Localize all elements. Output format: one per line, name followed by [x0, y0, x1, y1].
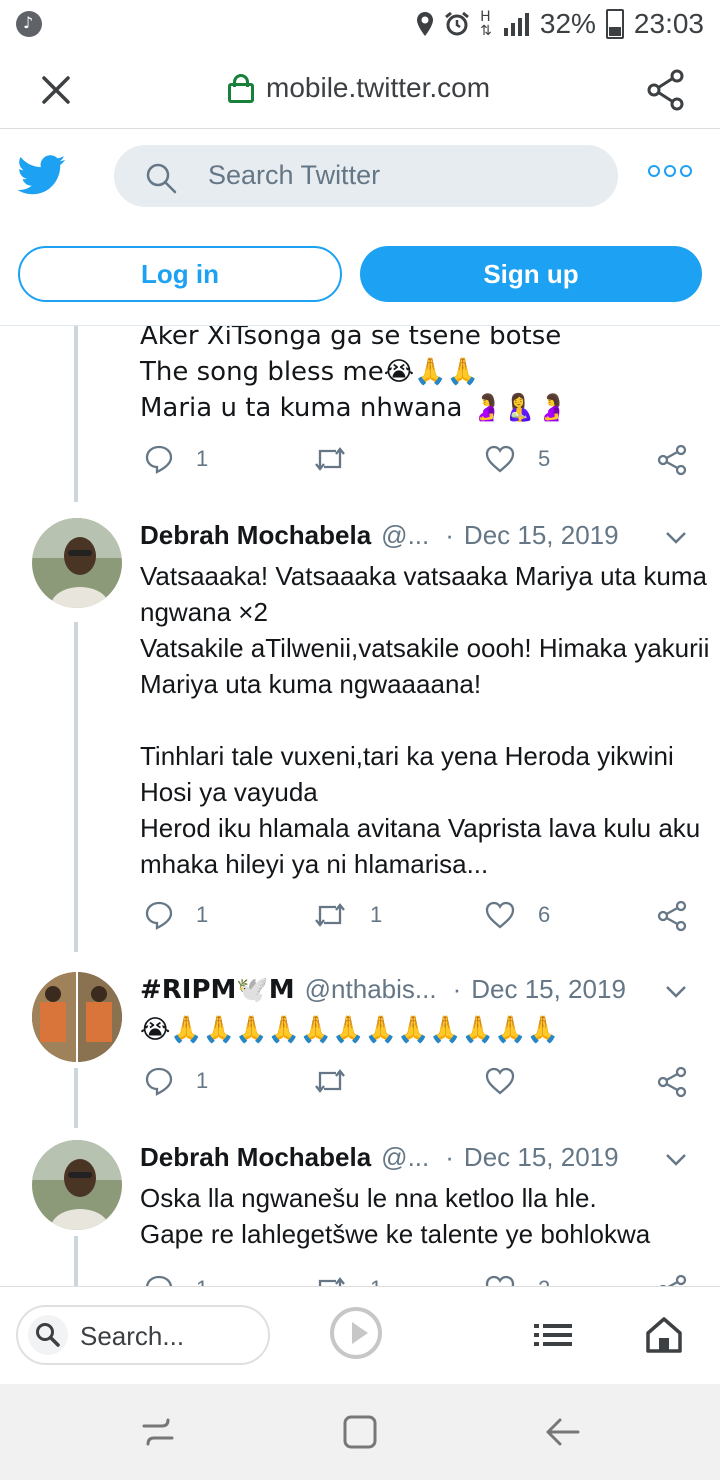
heart-icon	[485, 1067, 515, 1095]
share-icon[interactable]	[656, 900, 688, 932]
retweet-icon	[318, 1277, 345, 1286]
tweet-meta: #RIPM🕊️M @nthabis... · Dec 15, 2019	[140, 974, 626, 1005]
like-button[interactable]	[484, 1066, 538, 1096]
tweet-text: Aker XiTsonga ga se tsene botse The song…	[140, 326, 568, 423]
timeline: Aker XiTsonga ga se tsene botse The song…	[0, 326, 720, 1286]
recent-apps-icon[interactable]	[140, 1414, 176, 1450]
reply-count: 1	[196, 1068, 209, 1093]
retweet-button[interactable]	[312, 1066, 370, 1096]
avatar[interactable]	[32, 972, 122, 1062]
heart-icon	[485, 445, 515, 473]
browser-url-bar: mobile.twitter.com	[0, 50, 720, 129]
share-icon[interactable]	[646, 68, 686, 112]
retweet-count: 1	[370, 1276, 382, 1286]
tweet-meta: Debrah Mochabela @... · Dec 15, 2019	[140, 520, 619, 551]
status-icons: H ⇅ 32% 23:03	[416, 6, 704, 42]
author-handle[interactable]: @nthabis...	[305, 974, 437, 1005]
reply-count: 1	[196, 1276, 208, 1286]
heart-icon	[485, 1275, 515, 1286]
author-handle[interactable]: @...	[381, 520, 429, 551]
retweet-icon	[315, 447, 345, 471]
tweet-actions: 1 1 2	[0, 1274, 720, 1286]
share-icon[interactable]	[656, 1274, 688, 1286]
twitter-header: Search Twitter Log in Sign up	[0, 129, 720, 326]
reply-icon	[145, 901, 173, 930]
back-icon[interactable]	[544, 1414, 580, 1450]
alarm-icon	[445, 11, 470, 36]
url-field[interactable]: mobile.twitter.com	[228, 72, 490, 104]
tweet-actions: 1	[0, 1066, 720, 1106]
reply-button[interactable]: 1	[144, 444, 208, 474]
browser-bottom-toolbar: Search...	[0, 1286, 720, 1385]
browser-search-placeholder: Search...	[80, 1321, 185, 1351]
signup-button[interactable]: Sign up	[360, 246, 702, 302]
tweet-meta: Debrah Mochabela @... · Dec 15, 2019	[140, 1142, 619, 1173]
reply-button[interactable]: 1	[144, 1274, 208, 1286]
tweet-actions: 1 1 6	[0, 900, 720, 940]
retweet-icon	[315, 903, 345, 927]
lock-icon	[228, 74, 254, 103]
browser-search-input[interactable]: Search...	[16, 1305, 270, 1365]
reply-button[interactable]: 1	[144, 1066, 208, 1096]
url-text: mobile.twitter.com	[266, 72, 491, 103]
tweet-text: Vatsaaaka! Vatsaaaka vatsaaka Mariya uta…	[140, 561, 710, 879]
reply-icon	[145, 445, 173, 474]
author-name[interactable]: Debrah Mochabela	[140, 520, 371, 551]
retweet-button[interactable]: 1	[312, 1274, 382, 1286]
status-bar: H⇅ 32% 23:03	[0, 0, 720, 50]
like-button[interactable]: 6	[484, 900, 550, 930]
retweet-count: 1	[370, 902, 383, 927]
more-options-icon[interactable]	[648, 165, 692, 177]
like-button[interactable]: 2	[484, 1274, 550, 1286]
music-note-icon	[16, 11, 42, 37]
heart-icon	[485, 901, 515, 929]
system-nav-bar	[0, 1384, 720, 1480]
menu-list-icon[interactable]	[534, 1323, 572, 1347]
like-count: 6	[538, 902, 551, 927]
home-icon[interactable]	[644, 1315, 684, 1355]
home-nav-icon[interactable]	[342, 1414, 378, 1450]
tweet-actions: 1 5	[0, 444, 720, 484]
battery-percent: 32%	[539, 8, 596, 39]
search-icon	[28, 1315, 68, 1355]
location-icon	[417, 12, 434, 36]
share-icon[interactable]	[656, 444, 688, 476]
login-button[interactable]: Log in	[18, 246, 342, 302]
reply-icon	[145, 1067, 173, 1096]
tweet-date[interactable]: Dec 15, 2019	[464, 520, 619, 551]
tweet-date[interactable]: Dec 15, 2019	[464, 1142, 619, 1173]
twitter-search-input[interactable]: Search Twitter	[114, 145, 618, 207]
avatar[interactable]	[32, 518, 122, 608]
share-icon[interactable]	[656, 1066, 688, 1098]
like-count: 5	[538, 446, 551, 471]
search-icon	[146, 163, 177, 194]
avatar[interactable]	[32, 1140, 122, 1230]
reply-icon	[146, 1275, 172, 1286]
author-name[interactable]: Debrah Mochabela	[140, 1142, 371, 1173]
retweet-icon	[315, 1069, 345, 1093]
reply-count: 1	[196, 902, 209, 927]
chevron-down-icon[interactable]	[664, 984, 688, 1000]
chevron-down-icon[interactable]	[664, 1152, 688, 1168]
search-placeholder: Search Twitter	[208, 160, 381, 190]
author-name[interactable]: #RIPM🕊️M	[140, 975, 295, 1005]
tweet-date[interactable]: Dec 15, 2019	[471, 974, 626, 1005]
reply-button[interactable]: 1	[144, 900, 208, 930]
battery-icon	[605, 9, 624, 39]
tweet-text: Oska lla ngwanešu le nna ketloo lla hle.…	[140, 1183, 651, 1249]
like-count: 2	[538, 1276, 550, 1286]
play-icon[interactable]	[330, 1307, 382, 1359]
close-icon[interactable]	[34, 68, 78, 112]
like-button[interactable]: 5	[484, 444, 550, 474]
reply-count: 1	[196, 446, 209, 471]
retweet-button[interactable]: 1	[312, 900, 382, 930]
signal-icon	[503, 13, 529, 36]
chevron-down-icon[interactable]	[664, 530, 688, 546]
retweet-button[interactable]	[312, 444, 370, 474]
author-handle[interactable]: @...	[381, 1142, 429, 1173]
tweet-text: 😭🙏🙏🙏🙏🙏🙏🙏🙏🙏🙏🙏🙏	[140, 1015, 559, 1045]
network-h-icon: H ⇅	[480, 9, 492, 39]
clock: 23:03	[633, 8, 704, 39]
twitter-bird-icon[interactable]	[18, 155, 66, 195]
